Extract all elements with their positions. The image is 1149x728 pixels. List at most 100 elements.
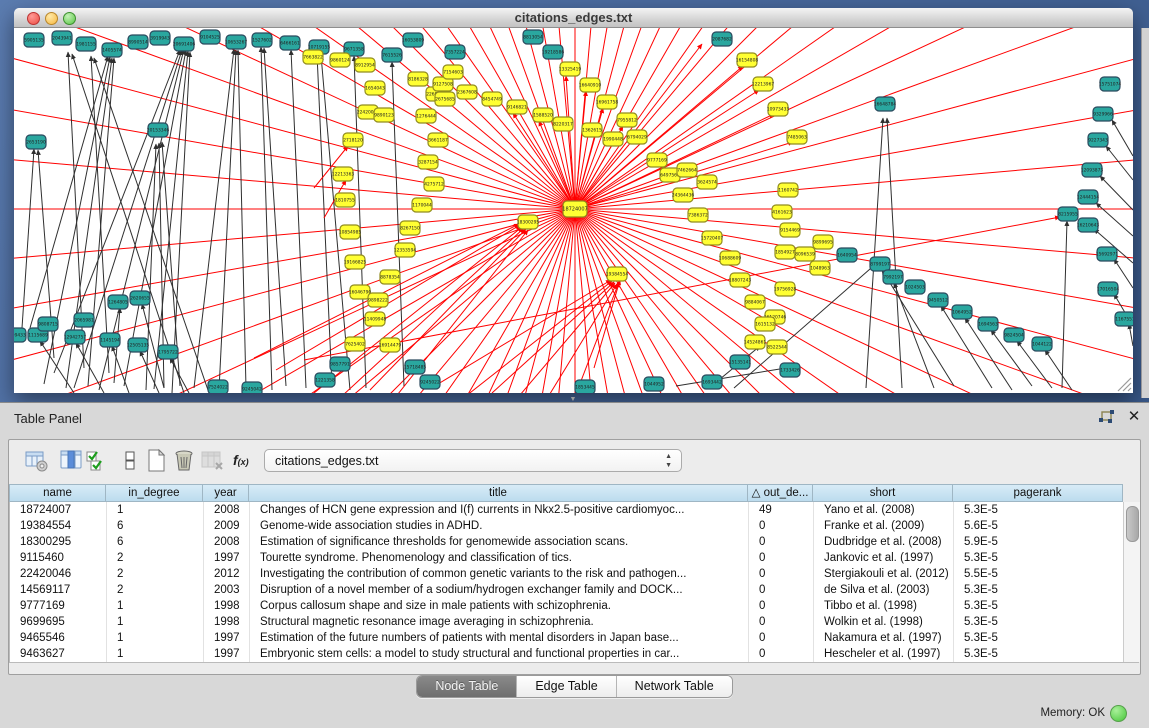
table-vertical-scrollbar[interactable] <box>1123 502 1140 662</box>
graph-node[interactable]: 20691406 <box>173 37 196 51</box>
graph-node[interactable]: 1024503 <box>905 280 925 294</box>
graph-node[interactable]: 11409948 <box>364 312 387 326</box>
window-titlebar[interactable]: citations_edges.txt <box>14 8 1133 28</box>
graph-node[interactable]: 2718120 <box>343 133 363 147</box>
graph-node[interactable]: 10973433 <box>767 102 790 116</box>
graph-node[interactable]: 8454749 <box>482 92 502 106</box>
graph-node[interactable]: 7462664 <box>677 163 697 177</box>
graph-node[interactable]: 15751074 <box>1099 77 1122 91</box>
graph-node[interactable]: 18807243 <box>729 273 752 287</box>
graph-node[interactable]: 1640954 <box>837 248 857 262</box>
graph-node[interactable]: 12213363 <box>332 167 355 181</box>
graph-node[interactable]: 2065981 <box>74 313 94 327</box>
graph-node[interactable]: 18724007 <box>562 201 587 217</box>
graph-node[interactable]: 3661187 <box>428 133 448 147</box>
graph-node[interactable]: 1160742 <box>778 183 798 197</box>
graph-node[interactable]: 10653267 <box>225 35 248 49</box>
graph-node[interactable]: 1990448 <box>603 132 623 146</box>
graph-node[interactable]: 16648784 <box>874 97 897 111</box>
graph-node[interactable]: 9857791 <box>330 357 350 371</box>
graph-node[interactable]: 7386372 <box>688 208 708 222</box>
graph-node[interactable]: 7992197 <box>883 270 903 284</box>
graph-node[interactable]: 12213967 <box>752 77 775 91</box>
graph-node[interactable]: 6466161 <box>280 36 300 50</box>
graph-node[interactable]: 8267150 <box>400 221 420 235</box>
graph-node[interactable]: 4275712 <box>424 177 444 191</box>
column-header-name[interactable]: name <box>9 484 106 502</box>
graph-node[interactable]: 7955812 <box>617 113 637 127</box>
new-attribute-icon[interactable] <box>145 449 169 473</box>
column-header-year[interactable]: year <box>203 484 249 502</box>
graph-node[interactable]: 9899695 <box>813 235 833 249</box>
graph-node[interactable]: 7524022 <box>208 380 228 393</box>
graph-node[interactable]: 10688609 <box>719 251 742 265</box>
graph-node[interactable]: 7485063 <box>787 130 807 144</box>
graph-node[interactable]: 15692971 <box>1096 247 1119 261</box>
graph-node[interactable]: 8522544 <box>767 340 787 354</box>
graph-node[interactable]: 2367608 <box>457 85 477 99</box>
graph-node[interactable]: 3919943 <box>150 31 170 45</box>
network-canvas[interactable]: 5905135204394119811551405574899051439199… <box>14 28 1133 393</box>
graph-node[interactable]: 9777169 <box>647 153 667 167</box>
scrollbar-thumb[interactable] <box>1126 506 1139 542</box>
graph-node[interactable]: 5905135 <box>24 33 44 47</box>
graph-node[interactable]: 12942757 <box>64 330 87 344</box>
graph-node[interactable]: 2675685 <box>435 92 455 106</box>
column-header-in-degree[interactable]: in_degree <box>106 484 203 502</box>
graph-node[interactable]: 8220317 <box>553 117 573 131</box>
graph-node[interactable]: 8912954 <box>355 58 375 72</box>
graph-node[interactable]: 9450512 <box>928 293 948 307</box>
column-header-short[interactable]: short <box>813 484 953 502</box>
graph-node[interactable]: 4161623 <box>772 205 792 219</box>
graph-node[interactable]: 16210643 <box>1077 218 1100 232</box>
graph-node[interactable]: 12353594 <box>394 243 417 257</box>
column-visibility-icon[interactable] <box>60 449 84 473</box>
graph-node[interactable]: 3199433 <box>14 328 26 342</box>
graph-node[interactable]: 15720407 <box>701 231 724 245</box>
graph-node[interactable]: 16154808 <box>736 53 759 67</box>
graph-node[interactable]: 8878354 <box>380 270 400 284</box>
tab-network-table[interactable]: Network Table <box>616 676 732 697</box>
graph-node[interactable]: 1044122 <box>1032 337 1052 351</box>
column-header-out-de-[interactable]: △ out_de... <box>748 484 813 502</box>
graph-node[interactable]: 1170044 <box>412 198 432 212</box>
table-row[interactable]: 977716911998Corpus callosum shape and si… <box>10 598 1139 614</box>
resize-grip-icon[interactable] <box>1128 388 1131 391</box>
tab-node-table[interactable]: Node Table <box>417 676 516 697</box>
graph-node[interactable]: 1588520 <box>533 108 553 122</box>
table-row[interactable]: 2242004622012Investigating the contribut… <box>10 566 1139 582</box>
graph-node[interactable]: 16640910 <box>579 78 602 92</box>
graph-node[interactable]: 9154469 <box>780 223 800 237</box>
close-panel-button[interactable]: ✕ <box>1126 408 1142 426</box>
table-row[interactable]: 1872400712008Changes of HCN gene express… <box>10 502 1139 518</box>
graph-node[interactable]: 15718485 <box>404 360 427 374</box>
graph-node[interactable]: 1064952 <box>952 305 972 319</box>
graph-node[interactable]: 1264805 <box>108 295 128 309</box>
graph-node[interactable]: 9245042 <box>242 382 262 393</box>
graph-node[interactable]: 1693442 <box>702 375 722 389</box>
graph-node[interactable]: 1405574 <box>102 43 122 57</box>
graph-node[interactable]: 9808715 <box>38 317 58 331</box>
tab-edge-table[interactable]: Edge Table <box>516 676 615 697</box>
graph-node[interactable]: 9146821 <box>507 100 527 114</box>
graph-node[interactable]: 1853445 <box>575 380 595 393</box>
graph-node[interactable]: 9104525 <box>200 30 220 44</box>
graph-node[interactable]: 8096539 <box>795 247 815 261</box>
column-header-pagerank[interactable]: pagerank <box>953 484 1123 502</box>
table-row[interactable]: 911546021997Tourette syndrome. Phenomeno… <box>10 550 1139 566</box>
table-row[interactable]: 969969511998Structural magnetic resonanc… <box>10 614 1139 630</box>
column-header-title[interactable]: title <box>249 484 748 502</box>
graph-node[interactable]: 16053809 <box>402 33 425 47</box>
graph-node[interactable]: 9860124 <box>330 53 350 67</box>
graph-node[interactable]: 2043941 <box>52 31 72 45</box>
graph-node[interactable]: 9227343 <box>1088 133 1108 147</box>
graph-node[interactable]: 1615132 <box>755 317 775 331</box>
network-graph[interactable]: 5905135204394119811551405574899051439199… <box>14 28 1133 393</box>
graph-node[interactable]: 2653190 <box>26 135 46 149</box>
graph-node[interactable]: 12093873 <box>1081 163 1104 177</box>
graph-node[interactable]: 1221358 <box>315 373 335 387</box>
graph-node[interactable]: 9245022 <box>420 375 440 389</box>
graph-node[interactable]: 9329966 <box>1093 107 1113 121</box>
table-row[interactable]: 1938455462009Genome-wide association stu… <box>10 518 1139 534</box>
delete-attribute-icon[interactable] <box>173 449 197 473</box>
